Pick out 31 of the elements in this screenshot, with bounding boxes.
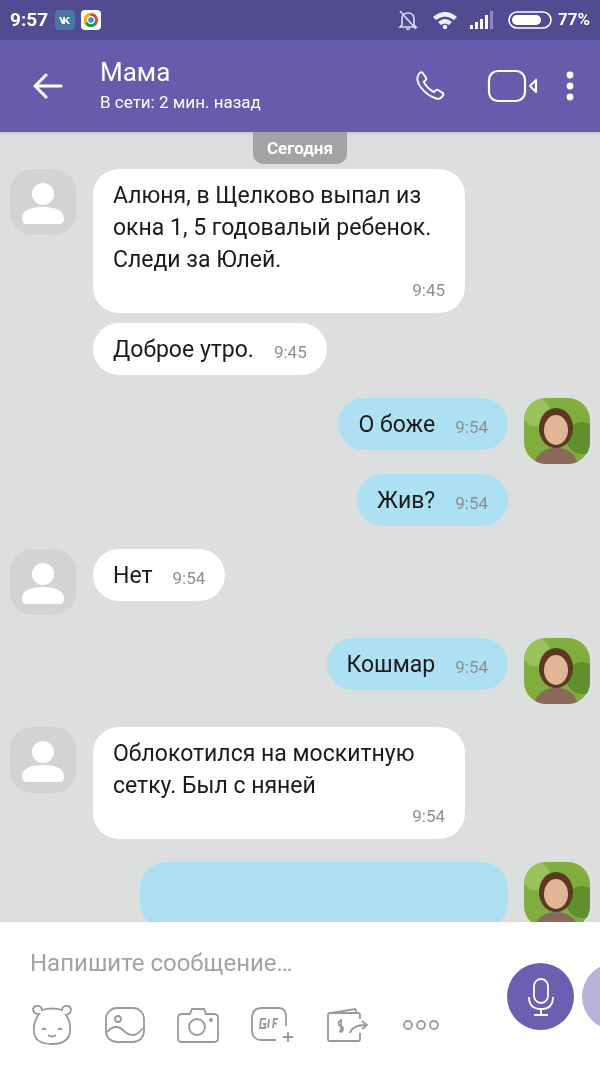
message-text: Нет — [113, 561, 153, 591]
message-text: Кошмар — [346, 650, 436, 680]
message-time: 9:45 — [273, 341, 307, 364]
message-text: О боже — [358, 410, 436, 440]
message-text: Облокотился на москитную сетку. Был с няней — [113, 739, 416, 801]
contact-name: Мама — [100, 57, 172, 87]
message-time: 9:54 — [455, 492, 488, 515]
message-time: 9:54 — [455, 656, 488, 679]
clock: 9:57 — [10, 6, 49, 33]
message-text: Жив? — [377, 486, 436, 516]
more-icon[interactable] — [402, 1019, 440, 1031]
message-text: Алюня, в Щелково выпал из окна 1, 5 годовалый ребенок. Следи за Юлей. — [113, 181, 433, 275]
message-time: 9:54 — [455, 416, 488, 439]
message-time: 9:54 — [172, 567, 206, 590]
date-badge: Сегодня — [253, 132, 347, 164]
camera-icon[interactable] — [176, 1006, 220, 1044]
signal-icon — [469, 11, 494, 29]
notification-icon — [81, 10, 102, 30]
battery-level: 77% — [557, 8, 590, 32]
message-time: 9:45 — [412, 279, 445, 302]
gif-icon[interactable] — [250, 1006, 296, 1044]
wifi-icon — [431, 10, 458, 30]
contact-status: В сети: 2 мин. назад — [100, 91, 261, 114]
battery-icon — [507, 10, 552, 30]
muted-bell-icon — [397, 9, 418, 31]
microphone-icon — [526, 976, 555, 1017]
image-icon[interactable] — [104, 1006, 146, 1044]
sticker-icon[interactable] — [30, 1004, 74, 1046]
message-time: 9:54 — [412, 805, 445, 828]
message-text: Доброе утро. — [113, 335, 254, 365]
notification-icon — [55, 10, 76, 30]
